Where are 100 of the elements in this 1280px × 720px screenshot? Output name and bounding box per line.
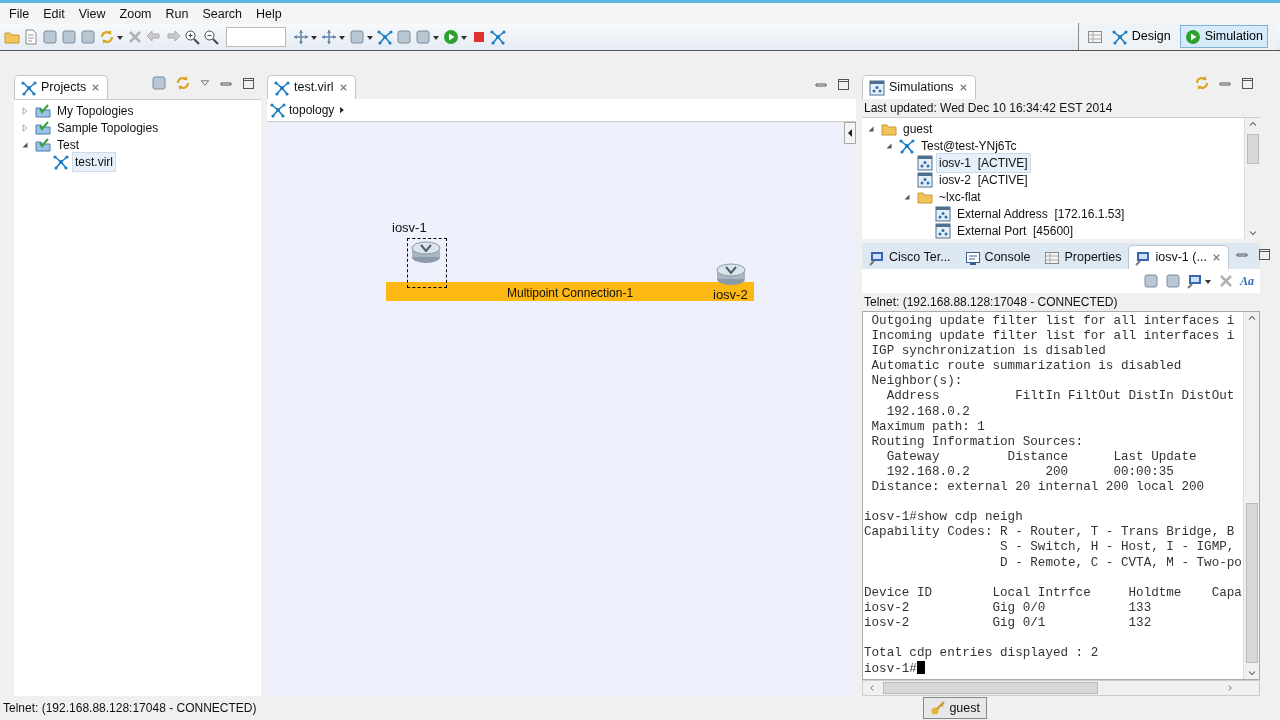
terminal-line: Maximum path: 1	[870, 419, 985, 434]
node-icon	[917, 171, 933, 188]
caret-icon[interactable]	[460, 33, 468, 41]
panel-tab[interactable]: iosv-1 (...	[1128, 245, 1229, 269]
perspective-button[interactable]: Design	[1106, 25, 1176, 48]
topology-icon	[899, 137, 915, 154]
text-cursor	[916, 661, 925, 675]
tab-label: Projects	[41, 79, 87, 97]
maximize-icon[interactable]	[1256, 247, 1271, 261]
status-text: Telnet: (192.168.88.128:17048 - CONNECTED)	[3, 700, 257, 717]
console-icon	[964, 249, 981, 266]
open-perspective-icon[interactable]	[1086, 28, 1103, 45]
network-icon[interactable]	[377, 29, 393, 45]
node-label[interactable]: iosv-2	[713, 288, 748, 302]
menu-item[interactable]: Run	[158, 5, 196, 22]
tab-label: Cisco Ter...	[889, 249, 951, 267]
tree-item[interactable]: iosv-1 [ACTIVE]	[936, 152, 1031, 173]
perspective-icon	[1111, 28, 1128, 45]
maximize-icon[interactable]	[241, 76, 255, 90]
menu-item[interactable]: View	[71, 5, 113, 22]
menu-item[interactable]: File	[2, 5, 37, 22]
topology-icon	[270, 102, 286, 118]
router-icon[interactable]	[715, 262, 747, 286]
maximize-icon[interactable]	[836, 77, 850, 91]
terminal-line: S - Switch, H - Host, I - IGMP,	[999, 540, 1235, 555]
terminal-line: Incoming update filter list for all interfaces i	[870, 329, 1235, 344]
terminal-line: Device ID Local Intrfce Holdtme Capa	[864, 585, 1242, 600]
new-folder-icon[interactable]	[4, 29, 20, 45]
node-icon	[917, 154, 933, 171]
caret-icon[interactable]	[310, 33, 318, 41]
caret-icon[interactable]	[116, 33, 124, 41]
node-icon	[935, 205, 951, 222]
terminal-line: Routing Information Sources:	[870, 434, 1084, 449]
user-button[interactable]: guest	[923, 696, 987, 720]
view-menu-icon[interactable]	[199, 77, 211, 89]
palette-toggle[interactable]	[844, 122, 856, 144]
topology-icon	[21, 79, 37, 96]
stop-icon[interactable]	[471, 29, 487, 45]
terminal-line: D - Remote, C - CVTA, M - Two-po	[999, 555, 1242, 570]
perspective-icon	[1184, 28, 1201, 45]
connection-label: Multipoint Connection-1	[507, 285, 634, 302]
caret-icon[interactable]	[338, 33, 346, 41]
terminal-line: iosv-2 Gig 0/1 132	[864, 615, 1152, 630]
key-icon	[930, 700, 947, 716]
terminal-line: Distance: external 20 internal 200 local 200	[870, 480, 1205, 495]
breadcrumb[interactable]: topology	[289, 101, 335, 119]
new-file-icon[interactable]	[23, 29, 39, 45]
horizontal-scrollbar[interactable]	[862, 680, 1260, 696]
scroll-thumb[interactable]	[1246, 134, 1259, 164]
node-icon	[935, 222, 951, 239]
caret-icon[interactable]	[432, 33, 440, 41]
zoom-combo[interactable]	[226, 27, 286, 47]
zoom-out-icon[interactable]	[203, 29, 219, 45]
connection-status: Telnet: (192.168.88.128:17048 - CONNECTED)	[862, 293, 1260, 311]
scroll-thumb[interactable]	[1245, 503, 1258, 663]
menu-item[interactable]: Edit	[36, 5, 72, 22]
perspective-button[interactable]: Simulation	[1179, 25, 1268, 48]
tab-label: Simulations	[889, 79, 954, 97]
terminal-line: 192.168.0.2	[885, 404, 970, 419]
terminal-line: Automatic route summarization is disabled	[870, 359, 1182, 374]
tab-label: Console	[984, 249, 1031, 267]
terminal-line: Capability Codes: R - Router, T - Trans Bridge, B	[864, 525, 1235, 540]
scrollbar[interactable]	[1243, 312, 1259, 679]
caret-icon[interactable]	[366, 33, 374, 41]
terminal-line: Gateway Distance Last Update	[885, 449, 1197, 464]
terminal-line: Outgoing update filter list for all interfaces i	[870, 314, 1235, 328]
menu-item[interactable]: Search	[195, 5, 250, 22]
connection-bar[interactable]	[386, 282, 754, 301]
terminal-line: iosv-1#show cdp neigh	[864, 510, 1023, 525]
tab-label: iosv-1 (...	[1155, 249, 1207, 267]
router-icon[interactable]	[410, 240, 442, 264]
last-updated-text: Last updated: Wed Dec 10 16:34:42 EST 2014	[862, 99, 1260, 117]
terminal-icon[interactable]	[1187, 273, 1203, 289]
topology-icon	[53, 153, 69, 170]
menu-item[interactable]: Help	[249, 5, 289, 22]
scroll-thumb[interactable]	[883, 682, 1098, 694]
properties-icon	[1044, 249, 1061, 266]
editor-tab[interactable]: test.virl	[267, 75, 356, 99]
maximize-icon[interactable]	[1240, 76, 1254, 90]
terminal-icon	[869, 249, 885, 266]
remove-icon[interactable]	[1218, 273, 1234, 289]
tab-label: Properties	[1064, 249, 1122, 267]
folder-icon	[35, 102, 51, 119]
terminal-line: iosv-2 Gig 0/0 133	[864, 600, 1152, 615]
zoom-in-icon[interactable]	[184, 29, 200, 45]
terminal-icon	[1135, 249, 1152, 266]
tree-item[interactable]: test.virl	[72, 151, 116, 172]
topology-icon	[274, 79, 290, 96]
terminal-line: 192.168.0.2 200 00:00:35	[885, 464, 1174, 479]
font-icon[interactable]: Aa	[1240, 272, 1254, 290]
tab-label: test.virl	[294, 79, 334, 97]
menu-item[interactable]: Zoom	[112, 5, 159, 22]
node-label[interactable]: iosv-1	[392, 221, 427, 235]
server-icon	[869, 79, 885, 96]
caret-icon[interactable]	[1204, 277, 1212, 285]
terminal-line: iosv-1#	[864, 662, 917, 677]
panel-tab[interactable]: Simulations	[862, 75, 976, 99]
panel-tab[interactable]: Projects	[14, 75, 109, 99]
refresh-icon[interactable]	[1194, 75, 1210, 91]
terminal-line: Address FiltIn FiltOut DistIn DistOut	[885, 389, 1235, 404]
